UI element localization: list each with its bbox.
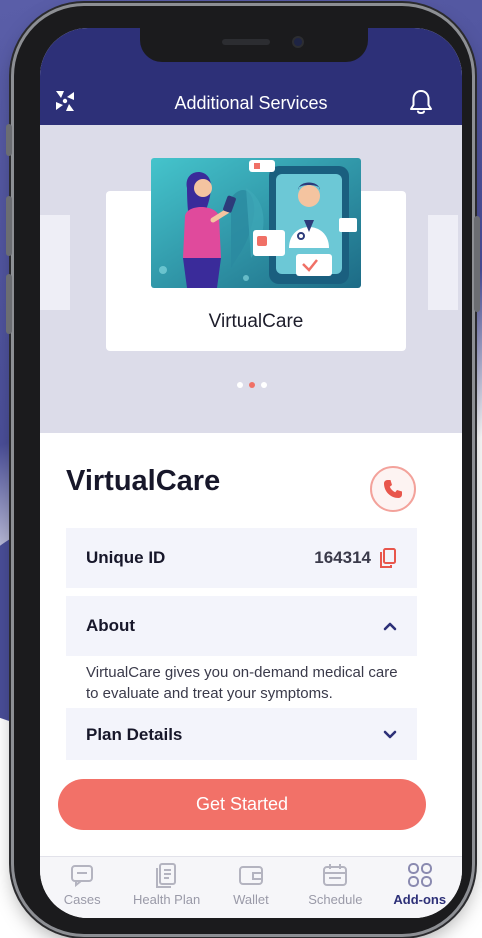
carousel-prev-card[interactable] (40, 215, 70, 310)
mute-switch (6, 124, 12, 156)
service-carousel[interactable]: VirtualCare (40, 125, 462, 433)
grid-icon (407, 863, 432, 887)
volume-up-button (6, 196, 12, 256)
chat-icon (71, 865, 94, 888)
calendar-icon (323, 864, 348, 886)
volume-down-button (6, 274, 12, 334)
document-icon (155, 863, 176, 888)
chevron-down-icon (383, 730, 397, 739)
page-title: Additional Services (174, 93, 328, 113)
tab-wallet[interactable]: Wallet (209, 861, 293, 918)
tab-label: Schedule (308, 892, 363, 907)
call-button[interactable] (370, 466, 416, 512)
copy-icon[interactable] (379, 548, 397, 568)
pagination-dot[interactable] (237, 382, 243, 388)
tab-cases[interactable]: Cases (40, 861, 124, 918)
carousel-pagination (237, 382, 267, 388)
tab-health-plan[interactable]: Health Plan (125, 861, 209, 918)
wallet-icon (238, 866, 263, 885)
plan-details-label: Plan Details (86, 725, 183, 744)
phone-icon (384, 480, 402, 498)
about-accordion-header[interactable]: About (66, 596, 417, 656)
unique-id-label: Unique ID (86, 548, 166, 567)
chevron-up-icon (383, 622, 397, 631)
about-description: VirtualCare gives you on-demand medical … (86, 664, 398, 702)
unique-id-row: Unique ID 164314 (66, 528, 417, 588)
carousel-next-card[interactable] (428, 215, 458, 310)
unique-id-value-group: 164314 (314, 548, 397, 568)
pagination-dot-active[interactable] (249, 382, 255, 388)
speaker-grille (222, 39, 270, 45)
bell-icon[interactable] (408, 88, 434, 116)
power-button (474, 216, 480, 312)
bottom-tab-bar: Cases Health Plan Wallet Schedule Add-on… (40, 856, 462, 918)
front-camera (292, 36, 304, 48)
tab-label: Add-ons (393, 892, 447, 907)
get-started-button[interactable]: Get Started (58, 779, 426, 830)
tab-schedule[interactable]: Schedule (293, 861, 377, 918)
tab-label: Cases (63, 892, 101, 907)
unique-id-value: 164314 (314, 548, 371, 567)
plan-details-accordion-header[interactable]: Plan Details (66, 708, 417, 760)
tab-label: Health Plan (132, 892, 201, 907)
pagination-dot[interactable] (261, 382, 267, 388)
tab-label: Wallet (233, 892, 269, 907)
app-screen: Additional Services VirtualCare VirtualC… (40, 28, 462, 918)
about-label: About (86, 616, 136, 635)
carousel-card-title: VirtualCare (208, 311, 304, 332)
tab-add-ons[interactable]: Add-ons (378, 861, 462, 918)
phone-notch (140, 28, 368, 62)
service-title: VirtualCare (66, 465, 221, 497)
phone-frame: Additional Services VirtualCare VirtualC… (6, 6, 480, 934)
virtual-care-illustration (151, 158, 361, 288)
